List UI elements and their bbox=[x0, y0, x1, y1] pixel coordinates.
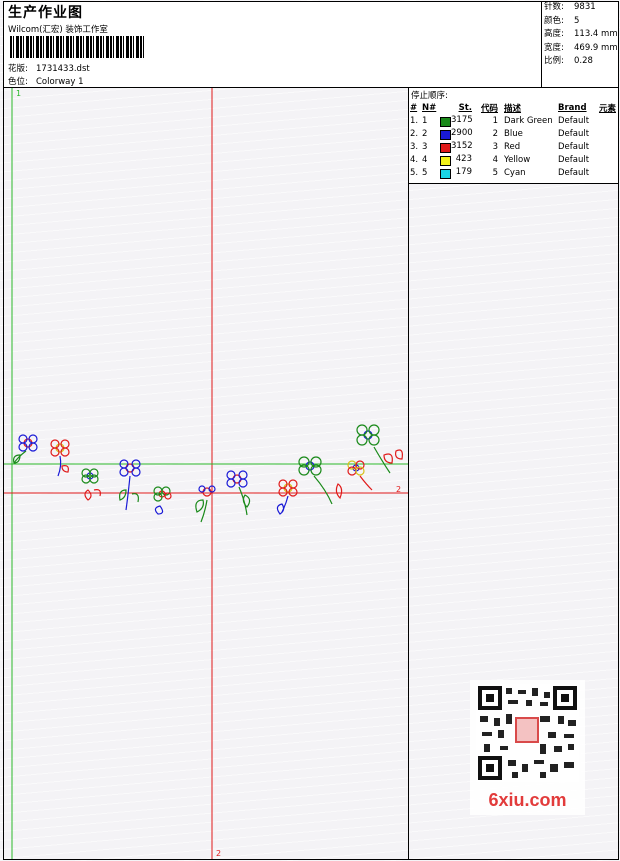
col-header: Brand bbox=[558, 102, 587, 113]
row-stitches: 3152 bbox=[451, 140, 473, 151]
qr-code-icon bbox=[476, 684, 579, 782]
stat-label: 比例: bbox=[544, 56, 564, 66]
row-brand: Default bbox=[558, 141, 590, 152]
color-swatch bbox=[440, 142, 451, 153]
col-header: St. bbox=[458, 102, 472, 113]
row-stitches: 179 bbox=[455, 166, 472, 177]
row-desc: Blue bbox=[504, 128, 523, 139]
page-title: 生产作业图 bbox=[8, 5, 83, 21]
watermark-brand: 6xiu.com bbox=[488, 790, 567, 810]
legend-header-row: # N# St. 代码 描述 Brand 元素 bbox=[410, 101, 616, 114]
legend-row: 1. 1 3175 1 Dark Green Default bbox=[410, 114, 616, 127]
stat-value: 5 bbox=[574, 15, 580, 26]
legend-row: 2. 2 2900 2 Blue Default bbox=[410, 127, 616, 140]
flower-motif bbox=[276, 479, 298, 515]
barcode bbox=[10, 36, 144, 58]
flower-motif bbox=[119, 459, 141, 511]
row-brand: Default bbox=[558, 167, 590, 178]
legend-title: 停止顺序: bbox=[411, 91, 448, 101]
stat-row: 宽度: 469.9 mm bbox=[542, 42, 618, 56]
design-file-label: 花版: bbox=[8, 64, 28, 74]
row-index: 2. bbox=[410, 128, 419, 139]
color-swatch bbox=[440, 168, 451, 179]
panel-divider bbox=[408, 87, 409, 860]
legend-row: 5. 5 179 5 Cyan Default bbox=[410, 166, 616, 179]
stat-value: 469.9 mm bbox=[574, 42, 618, 53]
colorway-label: 色位: bbox=[8, 77, 28, 87]
row-index: 5. bbox=[410, 167, 419, 178]
stat-row: 比例: 0.28 bbox=[542, 55, 618, 69]
row-index: 1. bbox=[410, 115, 419, 126]
row-code: 4 bbox=[492, 154, 498, 165]
row-brand: Default bbox=[558, 154, 590, 165]
stat-label: 宽度: bbox=[544, 42, 564, 53]
col-header: 代码 bbox=[480, 103, 498, 114]
row-code: 5 bbox=[492, 167, 498, 178]
row-desc: Dark Green bbox=[504, 115, 553, 126]
row-stop: 5 bbox=[422, 167, 428, 178]
row-code: 2 bbox=[492, 128, 498, 139]
stat-row: 颜色: 5 bbox=[542, 15, 618, 29]
header-panel: 生产作业图 Wilcom(汇宏) 装饰工作室 花版: 1731433.dst 色位… bbox=[4, 1, 541, 87]
color-swatch bbox=[440, 116, 451, 127]
row-desc: Yellow bbox=[504, 154, 531, 165]
legend-row: 4. 4 423 4 Yellow Default bbox=[410, 153, 616, 166]
row-stitches: 423 bbox=[455, 153, 472, 164]
guide-label: 2 bbox=[396, 485, 401, 494]
row-brand: Default bbox=[558, 115, 590, 126]
stat-label: 颜色: bbox=[544, 15, 564, 26]
embroidery-design-canvas: 1 2 2 bbox=[4, 88, 408, 859]
stats-panel: 针数: 9831 颜色: 5 高度: 113.4 mm 宽度: 469.9 mm 比例:… bbox=[541, 1, 618, 87]
colorway-row: 色位: Colorway 1 bbox=[8, 75, 84, 87]
stat-value: 9831 bbox=[574, 2, 596, 12]
stop-sequence-legend: 停止顺序: # N# St. 代码 描述 Brand 元素 1. 1 3175 … bbox=[409, 88, 618, 184]
logo-stamp bbox=[515, 717, 539, 743]
guide-label: 2 bbox=[216, 849, 221, 858]
row-code: 1 bbox=[492, 115, 498, 126]
stat-value: 0.28 bbox=[574, 56, 593, 66]
col-header: # bbox=[410, 102, 418, 113]
flower-motif bbox=[347, 460, 373, 491]
row-desc: Cyan bbox=[504, 167, 526, 178]
legend-table: # N# St. 代码 描述 Brand 元素 1. 1 3175 1 Dark… bbox=[410, 101, 616, 179]
col-header: N# bbox=[422, 102, 437, 113]
row-stitches: 3175 bbox=[451, 114, 473, 125]
row-stitches: 2900 bbox=[451, 127, 473, 138]
design-file-row: 花版: 1731433.dst bbox=[8, 62, 90, 74]
stat-row: 高度: 113.4 mm bbox=[542, 28, 618, 42]
stat-label: 高度: bbox=[544, 29, 564, 39]
flower-motif bbox=[81, 468, 101, 501]
colorway-value: Colorway 1 bbox=[36, 77, 84, 87]
row-stop: 1 bbox=[422, 115, 428, 126]
flower-motif bbox=[153, 486, 172, 515]
flower-motif bbox=[50, 439, 70, 477]
flower-motif bbox=[13, 434, 38, 464]
color-swatch bbox=[440, 129, 451, 140]
row-brand: Default bbox=[558, 128, 590, 139]
flower-motifs bbox=[13, 424, 403, 523]
row-stop: 4 bbox=[422, 154, 428, 165]
row-code: 3 bbox=[492, 141, 498, 152]
row-index: 3. bbox=[410, 141, 419, 152]
stat-row: 针数: 9831 bbox=[542, 1, 618, 15]
row-desc: Red bbox=[504, 141, 521, 152]
guide-label: 1 bbox=[16, 89, 21, 98]
stat-value: 113.4 mm bbox=[574, 29, 618, 39]
legend-row: 3. 3 3152 3 Red Default bbox=[410, 140, 616, 153]
stat-label: 针数: bbox=[544, 2, 564, 12]
col-header: 元素 bbox=[598, 103, 616, 114]
row-stop: 3 bbox=[422, 141, 428, 152]
row-index: 4. bbox=[410, 154, 419, 165]
design-file-value: 1731433.dst bbox=[36, 64, 90, 74]
color-swatch bbox=[440, 155, 451, 166]
studio-name: Wilcom(汇宏) 装饰工作室 bbox=[8, 25, 108, 35]
row-stop: 2 bbox=[422, 128, 428, 139]
col-header: 描述 bbox=[504, 103, 522, 114]
